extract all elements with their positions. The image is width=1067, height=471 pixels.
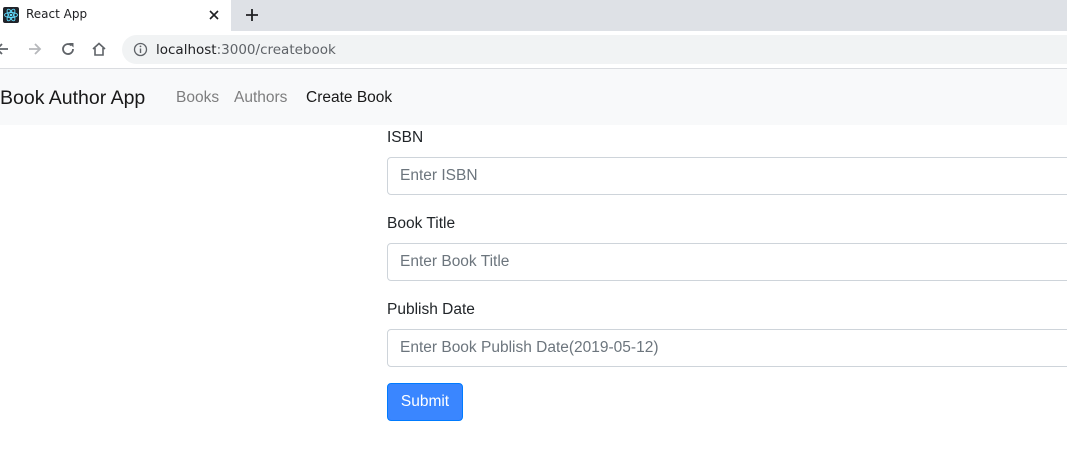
book-title-input[interactable] (387, 243, 1067, 281)
browser-tabstrip: React App (0, 0, 1067, 31)
nav-link-books[interactable]: Books (176, 88, 219, 108)
isbn-label: ISBN (387, 129, 424, 146)
url-path: :3000/createbook (216, 42, 336, 58)
browser-tab[interactable]: React App (0, 0, 231, 31)
nav-link-create-book[interactable]: Create Book (306, 88, 392, 108)
publish-date-input[interactable] (387, 329, 1067, 367)
url-host: localhost (156, 42, 217, 58)
react-icon (3, 7, 19, 23)
book-title-label: Book Title (387, 215, 456, 232)
tab-title: React App (26, 7, 88, 21)
nav-link-authors[interactable]: Authors (234, 88, 287, 108)
close-icon[interactable] (205, 6, 223, 24)
url-text: localhost:3000/createbook (156, 42, 336, 58)
app-navbar (0, 69, 1067, 125)
address-bar[interactable]: localhost:3000/createbook (122, 35, 1067, 64)
navbar-brand[interactable]: Book Author App (0, 86, 145, 110)
publish-date-label: Publish Date (387, 301, 475, 318)
browser-toolbar: localhost:3000/createbook (0, 31, 1067, 69)
home-icon[interactable] (89, 39, 109, 59)
isbn-input[interactable] (387, 157, 1067, 195)
info-icon[interactable] (133, 42, 148, 57)
reload-icon[interactable] (58, 39, 78, 59)
back-arrow-icon[interactable] (0, 39, 12, 59)
forward-arrow-icon[interactable] (25, 39, 45, 59)
submit-button[interactable]: Submit (387, 383, 463, 421)
plus-icon[interactable] (242, 5, 262, 25)
